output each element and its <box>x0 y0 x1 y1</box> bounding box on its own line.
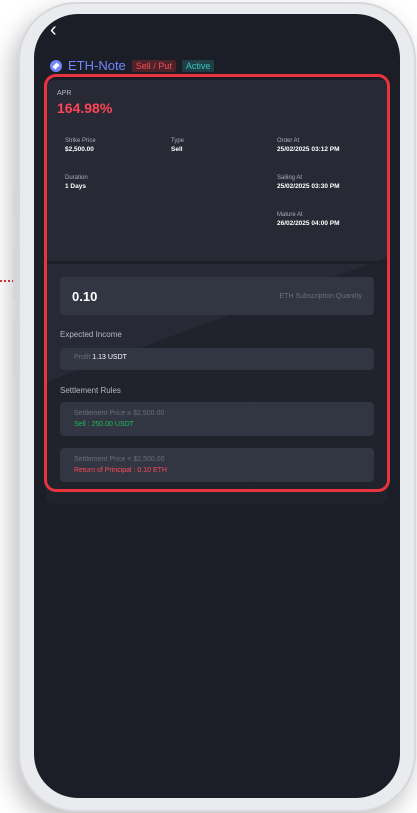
badge-active: Active <box>181 59 215 72</box>
chevron-left-icon[interactable]: ‹ <box>50 20 57 40</box>
badge-sell-put: Sell / Put <box>131 59 176 72</box>
note-header: ETH-Note Sell / Put Active <box>50 58 215 73</box>
phone-side-button <box>13 320 19 376</box>
note-title: ETH-Note <box>68 58 126 73</box>
eth-icon <box>50 59 62 72</box>
phone-side-button <box>13 185 19 217</box>
highlight-box <box>44 74 390 492</box>
phone-side-button <box>13 245 19 301</box>
